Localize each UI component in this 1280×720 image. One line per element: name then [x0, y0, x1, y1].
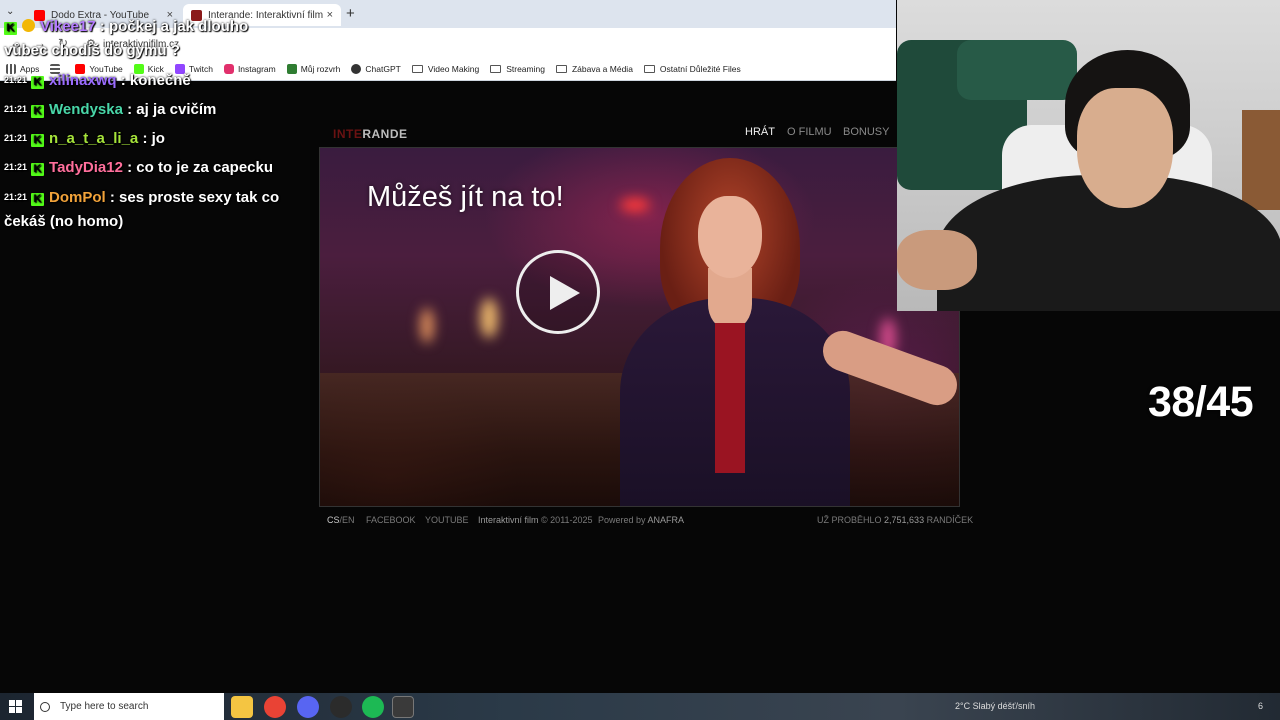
- footer-copyright: Interaktivní film © 2011-2025: [478, 515, 593, 525]
- nav-about-film[interactable]: O FILMU: [787, 126, 832, 138]
- bookmark-chatgpt[interactable]: ChatGPT: [351, 64, 401, 74]
- shelf: [1242, 110, 1280, 210]
- play-icon: [550, 276, 580, 310]
- video-title: Můžeš jít na to!: [367, 181, 564, 213]
- chat-timestamp: 21:21: [4, 75, 28, 85]
- kick-badge-icon: K: [4, 22, 17, 35]
- webcam-feed: [897, 0, 1280, 311]
- folder-icon: [643, 65, 655, 73]
- chat-message: 21:21 Kxilinaxwq : konečně: [4, 72, 191, 89]
- language-switch[interactable]: CS/EN: [327, 515, 355, 525]
- streamer-face: [1077, 88, 1173, 208]
- bar-light: [620, 198, 650, 212]
- schedule-icon: [286, 64, 297, 74]
- chat-message-continued: vůbec chodíš do gymu ?: [4, 42, 180, 59]
- discord-icon[interactable]: [297, 696, 319, 718]
- streamer-arm: [897, 230, 977, 290]
- close-tab-icon[interactable]: ×: [327, 9, 333, 21]
- character-face: [698, 196, 762, 278]
- folder-icon: [555, 65, 567, 73]
- folder-icon: [411, 65, 423, 73]
- lang-cs[interactable]: CS: [327, 515, 340, 525]
- score-counter: 38/45: [1148, 378, 1254, 426]
- windows-start-icon[interactable]: [9, 700, 22, 713]
- kick-badge-icon: K: [31, 163, 45, 176]
- kick-badge-icon: K: [31, 134, 45, 147]
- bar-light: [480, 298, 498, 338]
- chat-text: : konečně: [120, 72, 191, 89]
- bookmark-folder-streaming[interactable]: Streaming: [490, 64, 545, 74]
- obs-icon[interactable]: [330, 696, 352, 718]
- obs-studio-icon[interactable]: [392, 696, 414, 718]
- spotify-icon[interactable]: [362, 696, 384, 718]
- chat-timestamp: 21:21: [4, 192, 28, 202]
- coin-badge-icon: [22, 19, 35, 32]
- chat-text: : počkej a jak dlouho: [99, 18, 249, 35]
- chat-message: 21:21 K Wendyska : aj ja cvičím: [4, 101, 216, 118]
- instagram-icon: [223, 64, 234, 74]
- chat-text: : jo: [142, 130, 165, 147]
- chat-message: K Vikee17 : počkej a jak dlouho: [4, 18, 248, 35]
- lang-en[interactable]: EN: [342, 515, 355, 525]
- bookmark-folder-video-making[interactable]: Video Making: [411, 64, 479, 74]
- chat-text: vůbec chodíš do gymu ?: [4, 42, 180, 59]
- chat-text: : aj ja cvičím: [127, 101, 217, 118]
- chat-username: TadyDia12: [49, 159, 123, 176]
- chat-username: xilinaxwq: [49, 72, 117, 89]
- browser-window: ⌄ Dodo Extra - YouTube × Interande: Inte…: [0, 0, 896, 81]
- chat-timestamp: 21:21: [4, 104, 28, 114]
- kick-badge-icon: K: [31, 193, 45, 206]
- notification-badge[interactable]: 6: [1258, 701, 1263, 711]
- chat-text: čekáš (no homo): [4, 213, 124, 230]
- bookmark-instagram[interactable]: Instagram: [223, 64, 276, 74]
- bookmark-schedule[interactable]: Můj rozvrh: [286, 64, 340, 74]
- chat-message: 21:21 K TadyDia12 : co to je za capecku: [4, 159, 273, 176]
- windows-taskbar: Type here to search 2°C Slabý déšť/sníh …: [0, 693, 1280, 720]
- folder-icon: [490, 65, 502, 73]
- play-button[interactable]: [516, 250, 600, 334]
- nav-play[interactable]: HRÁT: [745, 126, 775, 138]
- chat-username: DomPol: [49, 189, 106, 206]
- footer-youtube-link[interactable]: YOUTUBE: [425, 515, 469, 525]
- character-dress: [715, 323, 745, 473]
- weather-widget[interactable]: 2°C Slabý déšť/sníh: [955, 701, 1035, 711]
- bookmark-folder-ostatni[interactable]: Ostatní Důležité Files: [643, 64, 741, 74]
- bookmark-folder-zabava[interactable]: Zábava a Média: [555, 64, 633, 74]
- chrome-icon[interactable]: [264, 696, 286, 718]
- site-logo[interactable]: INTERANDE: [333, 127, 408, 141]
- chat-username: Vikee17: [40, 18, 96, 35]
- chat-text: : ses proste sexy tak co: [109, 189, 280, 206]
- chat-text: : co to je za capecku: [127, 159, 274, 176]
- taskbar-search-box[interactable]: Type here to search: [34, 693, 224, 720]
- footer-date-counter: UŽ PROBĚHLO 2,751,633 RANDÍČEK: [817, 515, 974, 525]
- chat-username: Wendyska: [49, 101, 123, 118]
- chat-username: n_a_t_a_li_a: [49, 130, 139, 147]
- kick-badge-icon: K: [31, 76, 45, 89]
- nav-bonuses[interactable]: BONUSY: [843, 126, 889, 138]
- chat-timestamp: 21:21: [4, 133, 28, 143]
- tab-search-icon[interactable]: ⌄: [6, 6, 14, 17]
- file-explorer-icon[interactable]: [231, 696, 253, 718]
- footer-facebook-link[interactable]: FACEBOOK: [366, 515, 416, 525]
- chat-message-continued: čekáš (no homo): [4, 213, 123, 230]
- kick-badge-icon: K: [31, 105, 45, 118]
- search-icon: [40, 701, 50, 712]
- footer-powered-by[interactable]: Powered by ANAFRA: [598, 515, 684, 525]
- chatgpt-icon: [351, 64, 362, 74]
- bar-light: [420, 308, 434, 343]
- chat-message: 21:21 K DomPol : ses proste sexy tak co: [4, 189, 279, 206]
- chat-timestamp: 21:21: [4, 162, 28, 172]
- video-player[interactable]: Můžeš jít na to!: [319, 147, 960, 507]
- new-tab-button[interactable]: +: [346, 5, 355, 22]
- sofa-cushion: [957, 40, 1077, 100]
- search-placeholder: Type here to search: [60, 701, 149, 712]
- chat-message: 21:21 Kn_a_t_a_li_a : jo: [4, 130, 165, 147]
